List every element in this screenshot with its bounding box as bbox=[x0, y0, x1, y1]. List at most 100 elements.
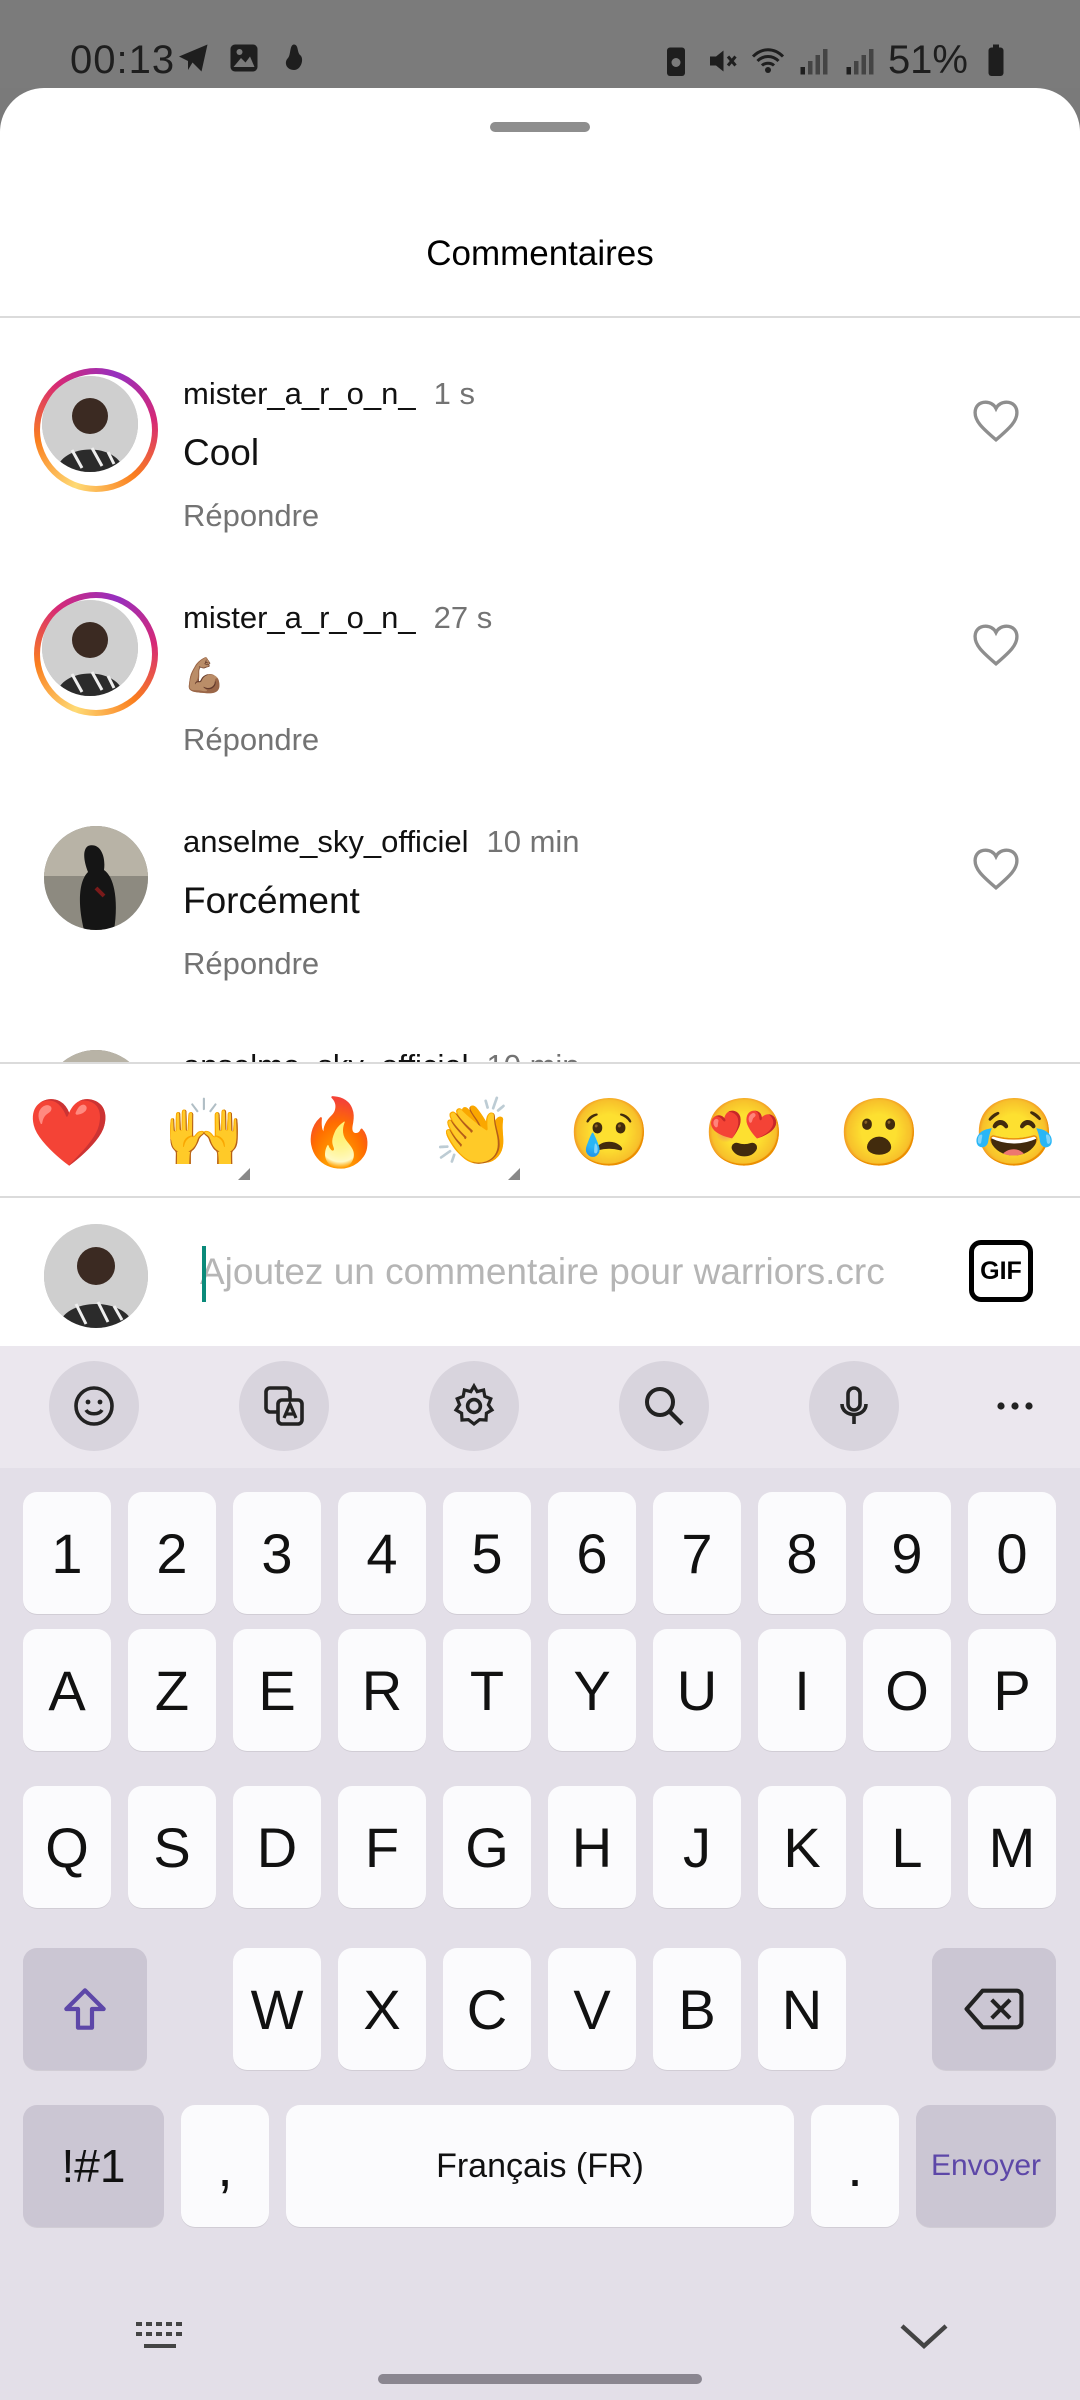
key-6[interactable]: 6 bbox=[548, 1492, 636, 1614]
key-2[interactable]: 2 bbox=[128, 1492, 216, 1614]
settings-icon bbox=[453, 1382, 495, 1427]
key-5[interactable]: 5 bbox=[443, 1492, 531, 1614]
emoji-button[interactable] bbox=[49, 1361, 139, 1451]
key-h[interactable]: H bbox=[548, 1786, 636, 1908]
keyboard-hide-grid-icon[interactable] bbox=[134, 2318, 190, 2356]
heart-icon[interactable] bbox=[970, 622, 1022, 668]
comment-text: 💪🏽 bbox=[183, 657, 226, 695]
battery-icon bbox=[988, 44, 1004, 76]
comment-input[interactable] bbox=[200, 1240, 925, 1304]
reply-button[interactable]: Répondre bbox=[183, 722, 319, 758]
status-left-icons bbox=[176, 40, 312, 76]
comment-username[interactable]: mister_a_r_o_n_ 1 s bbox=[183, 376, 475, 412]
key-d[interactable]: D bbox=[233, 1786, 321, 1908]
quick-reactions-bar: ❤️ 🙌 🔥 👏 😢 😍 😮 😂 bbox=[0, 1062, 1080, 1198]
period-key[interactable]: . bbox=[811, 2105, 899, 2227]
app-notification-icon bbox=[285, 44, 303, 70]
comment-username[interactable]: anselme_sky_officiel 10 min bbox=[183, 824, 580, 860]
key-u[interactable]: U bbox=[653, 1629, 741, 1751]
voice-input-button[interactable] bbox=[809, 1361, 899, 1451]
key-p[interactable]: P bbox=[968, 1629, 1056, 1751]
heart-icon[interactable] bbox=[970, 846, 1022, 892]
username-text[interactable]: mister_a_r_o_n_ bbox=[183, 600, 416, 635]
comment-item: mister_a_r_o_n_ 1 s Cool Répondre bbox=[0, 368, 1080, 664]
backspace-icon bbox=[964, 1988, 1024, 2030]
reaction-surprised[interactable]: 😮 bbox=[838, 1092, 920, 1172]
key-n[interactable]: N bbox=[758, 1948, 846, 2070]
my-avatar bbox=[44, 1224, 148, 1328]
collapse-keyboard-icon[interactable] bbox=[898, 2318, 950, 2354]
key-j[interactable]: J bbox=[653, 1786, 741, 1908]
key-y[interactable]: Y bbox=[548, 1629, 636, 1751]
key-f[interactable]: F bbox=[338, 1786, 426, 1908]
key-l[interactable]: L bbox=[863, 1786, 951, 1908]
key-e[interactable]: E bbox=[233, 1629, 321, 1751]
comma-key[interactable]: , bbox=[181, 2105, 269, 2227]
search-button[interactable] bbox=[619, 1361, 709, 1451]
key-o[interactable]: O bbox=[863, 1629, 951, 1751]
story-ring[interactable] bbox=[34, 592, 158, 716]
reaction-heart-eyes[interactable]: 😍 bbox=[703, 1092, 785, 1172]
key-b[interactable]: B bbox=[653, 1948, 741, 2070]
comment-item: anselme_sky_officiel 10 min Forcément Rép… bbox=[0, 824, 1080, 1064]
shift-key[interactable] bbox=[23, 1948, 147, 2070]
signal-icon bbox=[846, 48, 874, 74]
key-k[interactable]: K bbox=[758, 1786, 846, 1908]
key-0[interactable]: 0 bbox=[968, 1492, 1056, 1614]
backspace-key[interactable] bbox=[932, 1948, 1056, 2070]
key-v[interactable]: V bbox=[548, 1948, 636, 2070]
username-text[interactable]: mister_a_r_o_n_ bbox=[183, 376, 416, 411]
translate-icon bbox=[264, 1386, 304, 1426]
key-s[interactable]: S bbox=[128, 1786, 216, 1908]
telegram-icon bbox=[179, 44, 208, 72]
avatar-wrapper[interactable] bbox=[34, 816, 158, 940]
keyboard: 1 2 3 4 5 6 7 8 9 0 A Z E R T Y U I O P … bbox=[0, 1346, 1080, 2400]
reaction-clapping[interactable]: 👏 bbox=[433, 1092, 515, 1172]
key-q[interactable]: Q bbox=[23, 1786, 111, 1908]
keyboard-settings-button[interactable] bbox=[429, 1361, 519, 1451]
comment-list[interactable]: mister_a_r_o_n_ 1 s Cool Répondre mister_… bbox=[0, 318, 1080, 1064]
send-key[interactable]: Envoyer bbox=[916, 2105, 1056, 2227]
key-z[interactable]: Z bbox=[128, 1629, 216, 1751]
key-g[interactable]: G bbox=[443, 1786, 531, 1908]
key-t[interactable]: T bbox=[443, 1629, 531, 1751]
key-r[interactable]: R bbox=[338, 1629, 426, 1751]
key-3[interactable]: 3 bbox=[233, 1492, 321, 1614]
key-9[interactable]: 9 bbox=[863, 1492, 951, 1614]
reaction-crying[interactable]: 😢 bbox=[568, 1092, 650, 1172]
translate-button[interactable] bbox=[239, 1361, 329, 1451]
reply-button[interactable]: Répondre bbox=[183, 946, 319, 982]
key-m[interactable]: M bbox=[968, 1786, 1056, 1908]
gif-button[interactable]: GIF bbox=[969, 1240, 1033, 1302]
status-right-icons: 51% bbox=[658, 38, 1014, 83]
sheet-grabber[interactable] bbox=[490, 122, 590, 132]
key-a[interactable]: A bbox=[23, 1629, 111, 1751]
comment-time: 10 min bbox=[486, 824, 580, 859]
comment-text: Cool bbox=[183, 432, 260, 473]
symbols-label: !#1 bbox=[61, 2140, 126, 2192]
reaction-laughing[interactable]: 😂 bbox=[973, 1092, 1055, 1172]
key-7[interactable]: 7 bbox=[653, 1492, 741, 1614]
space-key[interactable]: Français (FR) bbox=[286, 2105, 794, 2227]
reaction-fire[interactable]: 🔥 bbox=[298, 1092, 380, 1172]
heart-icon[interactable] bbox=[970, 398, 1022, 444]
key-8[interactable]: 8 bbox=[758, 1492, 846, 1614]
key-x[interactable]: X bbox=[338, 1948, 426, 2070]
key-1[interactable]: 1 bbox=[23, 1492, 111, 1614]
home-indicator[interactable] bbox=[378, 2374, 702, 2384]
story-ring[interactable] bbox=[34, 368, 158, 492]
search-icon bbox=[645, 1387, 684, 1426]
comment-username[interactable]: mister_a_r_o_n_ 27 s bbox=[183, 600, 492, 636]
key-w[interactable]: W bbox=[233, 1948, 321, 2070]
more-button[interactable] bbox=[970, 1361, 1060, 1451]
key-4[interactable]: 4 bbox=[338, 1492, 426, 1614]
reaction-raising-hands[interactable]: 🙌 bbox=[163, 1092, 245, 1172]
comment-text: Forcément bbox=[183, 880, 360, 921]
key-i[interactable]: I bbox=[758, 1629, 846, 1751]
reply-button[interactable]: Répondre bbox=[183, 498, 319, 534]
key-c[interactable]: C bbox=[443, 1948, 531, 2070]
reaction-heart[interactable]: ❤️ bbox=[28, 1092, 110, 1172]
avatar bbox=[44, 826, 148, 930]
username-text[interactable]: anselme_sky_officiel bbox=[183, 824, 468, 859]
symbols-key[interactable]: !#1 bbox=[23, 2105, 164, 2227]
